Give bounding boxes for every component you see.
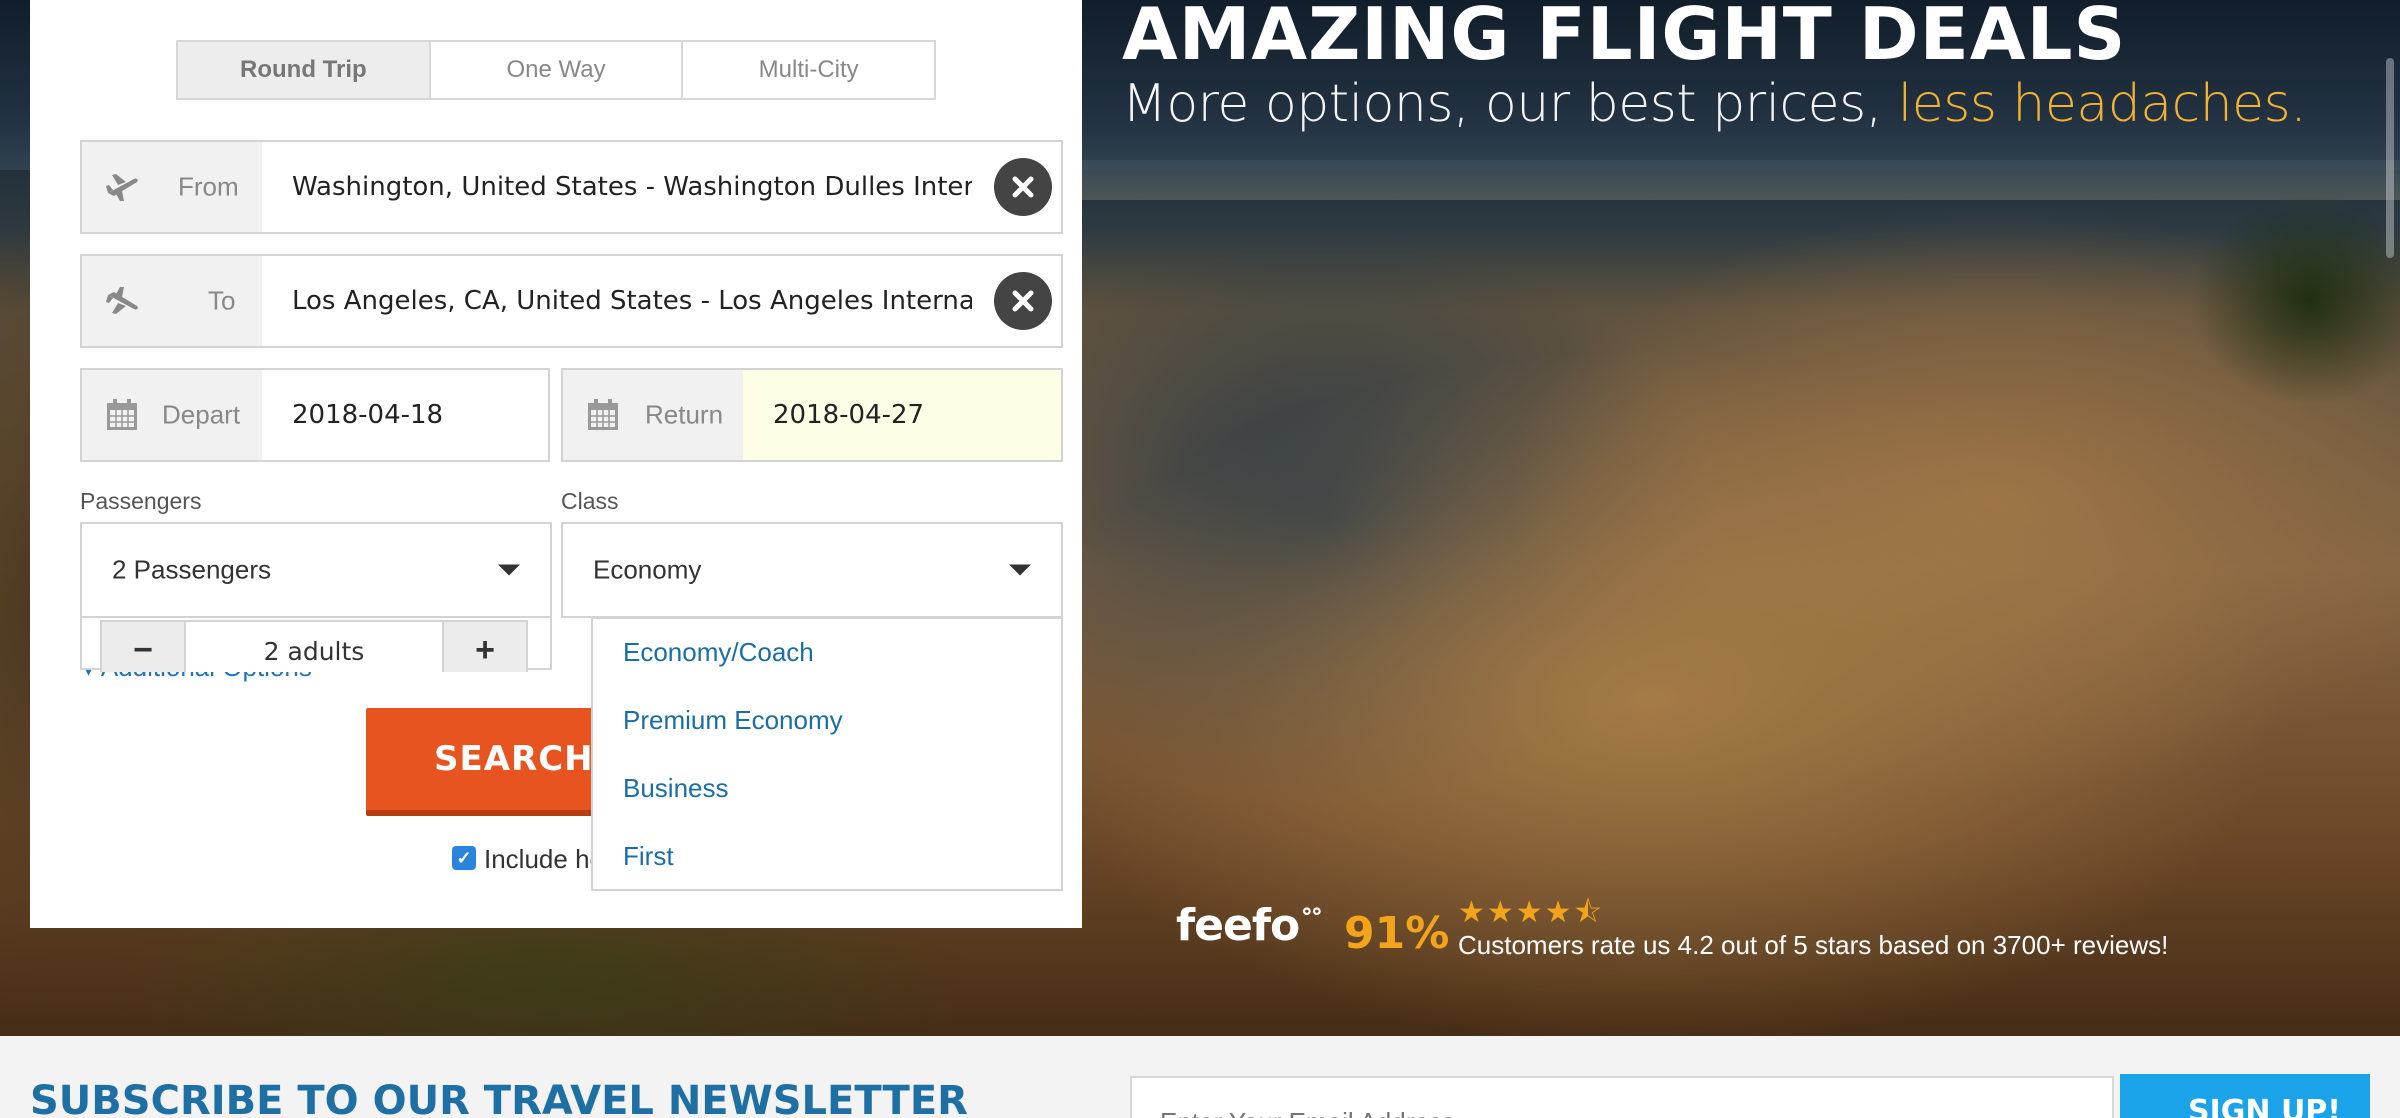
return-date-input[interactable]: 2018-04-27 [773, 400, 924, 430]
flight-search-panel: Round Trip One Way Multi-City From Washi… [30, 0, 1082, 928]
feefo-logo-mark: ᐤᐤ [1301, 900, 1322, 933]
depart-date-input[interactable]: 2018-04-18 [292, 400, 443, 430]
newsletter-signup-button[interactable]: SIGN UP! [2120, 1074, 2370, 1118]
depart-label: Depart [162, 399, 241, 430]
chevron-down-icon [498, 564, 520, 576]
passengers-select[interactable]: 2 Passengers [80, 522, 552, 618]
feefo-text: Customers rate us 4.2 out of 5 stars bas… [1458, 930, 2169, 960]
class-option-premium-economy[interactable]: Premium Economy [623, 705, 843, 736]
close-icon [1012, 176, 1034, 198]
depart-label-box: Depart [82, 370, 262, 460]
adults-stepper: − 2 adults + [100, 620, 530, 672]
return-field[interactable]: Return 2018-04-27 [561, 368, 1063, 462]
class-option-economy-coach[interactable]: Economy/Coach [623, 637, 814, 668]
tab-multi-city[interactable]: Multi-City [683, 42, 935, 98]
hero-subtitle: More options, our best prices, less head… [1122, 74, 2307, 134]
return-label: Return [645, 399, 724, 430]
from-label-box: From [82, 142, 262, 232]
class-option-business[interactable]: Business [623, 773, 729, 804]
to-input[interactable]: Los Angeles, CA, United States - Los Ang… [292, 286, 972, 316]
search-button-label: SEARCH [434, 739, 594, 779]
close-icon [1012, 290, 1034, 312]
scrollbar-thumb[interactable] [2386, 58, 2394, 258]
from-field[interactable]: From Washington, United States - Washing… [80, 140, 1063, 234]
passengers-label: Passengers [80, 488, 202, 514]
adults-count: 2 adults [186, 620, 442, 672]
class-option-first[interactable]: First [623, 841, 674, 872]
clear-to-button[interactable] [994, 272, 1052, 330]
newsletter-email-field[interactable] [1130, 1076, 2114, 1118]
to-label: To [208, 285, 236, 316]
chevron-down-icon [1009, 564, 1031, 576]
to-field[interactable]: To Los Angeles, CA, United States - Los … [80, 254, 1063, 348]
class-select[interactable]: Economy [561, 522, 1063, 618]
plane-takeoff-icon [106, 174, 138, 201]
plane-landing-icon [106, 287, 138, 314]
newsletter-bar: SUBSCRIBE TO OUR TRAVEL NEWSLETTER SIGN … [0, 1036, 2400, 1118]
from-input[interactable]: Washington, United States - Washington D… [292, 172, 972, 202]
increment-adults-button[interactable]: + [442, 620, 528, 672]
hero-title: AMAZING FLIGHT DEALS [1122, 0, 2127, 76]
clear-from-button[interactable] [994, 158, 1052, 216]
trip-type-tabs: Round Trip One Way Multi-City [176, 40, 936, 100]
newsletter-title: SUBSCRIBE TO OUR TRAVEL NEWSLETTER [30, 1078, 968, 1118]
depart-field[interactable]: Depart 2018-04-18 [80, 368, 550, 462]
hero-subtitle-accent: less headaches. [1897, 74, 2307, 134]
include-hotel-checkbox[interactable]: ✓ [452, 846, 476, 870]
hero-subtitle-main: More options, our best prices, [1122, 74, 1898, 134]
class-value: Economy [593, 554, 702, 585]
passengers-value: 2 Passengers [112, 554, 271, 585]
tab-round-trip[interactable]: Round Trip [178, 42, 431, 98]
feefo-logo: feefoᐤᐤ [1176, 900, 1322, 951]
class-dropdown-menu: Economy/Coach Premium Economy Business F… [591, 617, 1063, 891]
return-label-box: Return [563, 370, 743, 460]
calendar-icon [107, 399, 137, 430]
tab-one-way[interactable]: One Way [430, 42, 684, 98]
newsletter-signup-label: SIGN UP! [2188, 1094, 2341, 1118]
decrement-adults-button[interactable]: − [100, 620, 186, 672]
feefo-logo-text: feefo [1176, 900, 1300, 951]
newsletter-email-input[interactable] [1132, 1078, 2112, 1118]
class-label: Class [561, 488, 619, 514]
from-label: From [178, 171, 239, 202]
feefo-percent: 91% [1344, 908, 1450, 959]
calendar-icon [588, 399, 618, 430]
to-label-box: To [82, 256, 262, 346]
